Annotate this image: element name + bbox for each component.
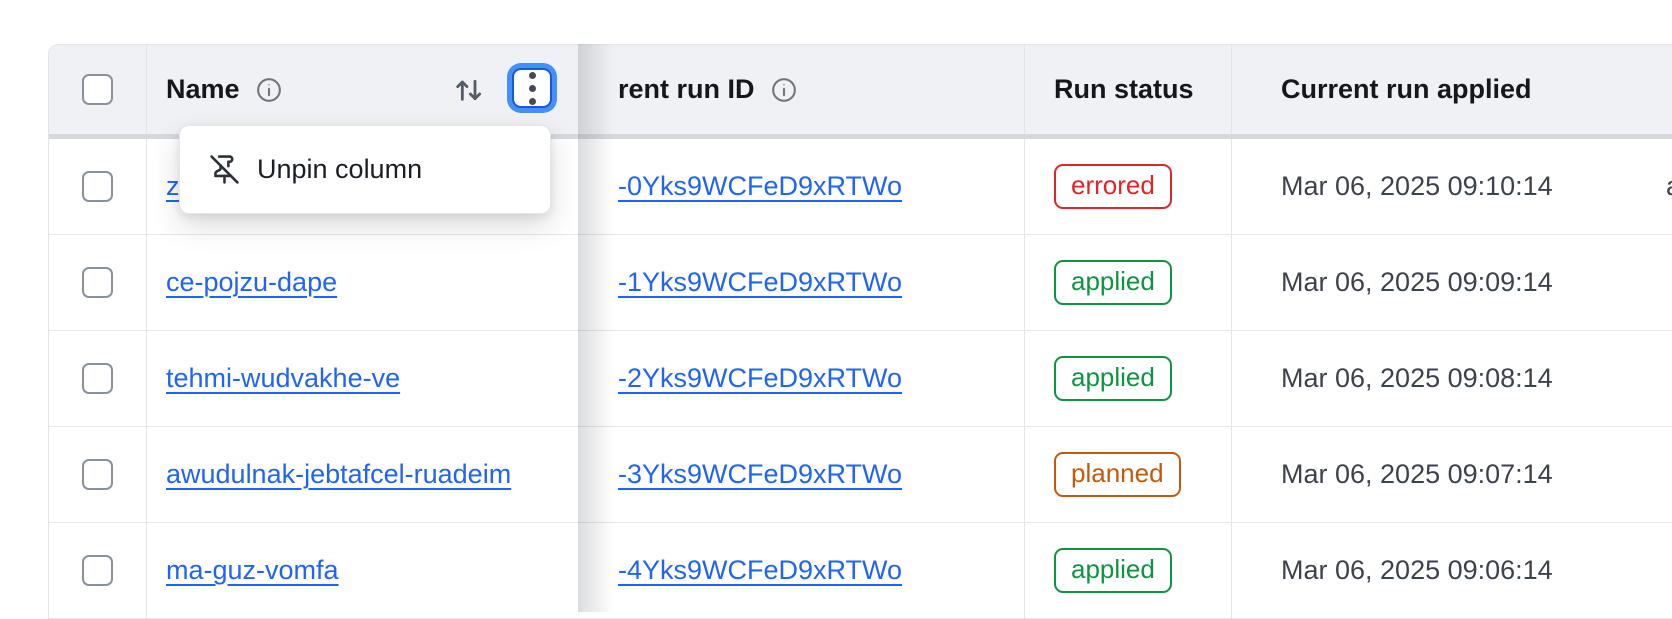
row-checkbox[interactable] [82, 171, 113, 202]
status-badge: errored [1054, 164, 1172, 209]
table-row: ma-guz-vomfa -4Yks9WCFeD9xRTWo applied M… [49, 523, 1672, 619]
header-select-all-cell [49, 45, 146, 134]
applied-timestamp: Mar 06, 2025 09:08:14 [1281, 363, 1553, 394]
header-current-run-applied-cell: Current run applied [1231, 45, 1672, 134]
workspace-name-link[interactable]: z [166, 171, 180, 202]
table-row: ce-pojzu-dape -1Yks9WCFeD9xRTWo applied … [49, 235, 1672, 331]
workspace-name-link[interactable]: ma-guz-vomfa [166, 555, 339, 586]
row-checkbox[interactable] [82, 267, 113, 298]
workspace-name-link[interactable]: awudulnak-jebtafcel-ruadeim [166, 459, 511, 490]
header-run-id-cell: rent run ID [579, 45, 1024, 134]
info-icon[interactable] [255, 76, 283, 104]
status-badge: applied [1054, 356, 1172, 401]
info-icon[interactable] [770, 76, 798, 104]
run-id-link[interactable]: -0Yks9WCFeD9xRTWo [618, 171, 902, 202]
applied-timestamp-clipped-suffix: a [1666, 171, 1672, 202]
kebab-vertical-icon [529, 72, 536, 79]
row-checkbox[interactable] [82, 555, 113, 586]
unpin-column-menu-item[interactable]: Unpin column [257, 154, 422, 185]
applied-timestamp: Mar 06, 2025 09:07:14 [1281, 459, 1553, 490]
column-options-menu: Unpin column [179, 125, 551, 214]
run-id-link[interactable]: -3Yks9WCFeD9xRTWo [618, 459, 902, 490]
run-id-link[interactable]: -1Yks9WCFeD9xRTWo [618, 267, 902, 298]
status-badge: planned [1054, 452, 1181, 497]
column-options-button[interactable] [512, 68, 552, 108]
applied-timestamp: Mar 06, 2025 09:09:14 [1281, 267, 1553, 298]
applied-timestamp: Mar 06, 2025 09:06:14 [1281, 555, 1553, 586]
pin-slash-icon [209, 154, 240, 185]
header-run-status-cell: Run status [1024, 45, 1231, 134]
row-checkbox[interactable] [82, 363, 113, 394]
status-badge: applied [1054, 260, 1172, 305]
status-badge: applied [1054, 548, 1172, 593]
run-id-link[interactable]: -2Yks9WCFeD9xRTWo [618, 363, 902, 394]
workspace-name-link[interactable]: ce-pojzu-dape [166, 267, 337, 298]
sort-column-button[interactable] [450, 71, 488, 109]
name-column-label: Name [166, 74, 240, 105]
workspace-name-link[interactable]: tehmi-wudvakhe-ve [166, 363, 400, 394]
table-row: awudulnak-jebtafcel-ruadeim -3Yks9WCFeD9… [49, 427, 1672, 523]
row-checkbox[interactable] [82, 459, 113, 490]
header-name-cell: Name [146, 45, 579, 134]
current-run-applied-column-label: Current run applied [1281, 74, 1532, 105]
run-id-link[interactable]: -4Yks9WCFeD9xRTWo [618, 555, 902, 586]
applied-timestamp: Mar 06, 2025 09:10:14 [1281, 171, 1553, 202]
table-header-row: Name [49, 45, 1672, 134]
select-all-checkbox[interactable] [82, 74, 113, 105]
table-row: tehmi-wudvakhe-ve -2Yks9WCFeD9xRTWo appl… [49, 331, 1672, 427]
run-status-column-label: Run status [1054, 74, 1194, 105]
run-id-column-label: rent run ID [618, 74, 755, 105]
arrow-up-down-icon [453, 74, 485, 106]
